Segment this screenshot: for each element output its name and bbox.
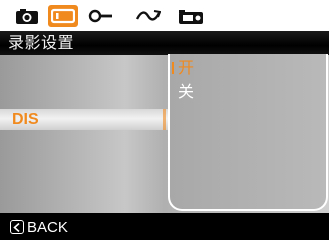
camera-menu-screen: 录影设置 DIS 开 关 BACK	[0, 0, 329, 240]
mode-tab-bar	[0, 0, 329, 31]
tab-connect[interactable]	[133, 5, 163, 27]
page-title: 录影设置	[8, 33, 75, 52]
camera-icon	[15, 7, 39, 25]
tab-playback[interactable]	[176, 5, 206, 27]
selection-marker	[163, 109, 166, 130]
submenu-panel: 开 关	[168, 54, 328, 211]
tab-setup[interactable]	[86, 5, 116, 27]
menu-item-dis[interactable]: DIS	[0, 109, 180, 130]
tab-camera[interactable]	[12, 5, 42, 27]
wrench-icon	[88, 8, 114, 24]
back-button[interactable]: BACK	[10, 218, 68, 236]
menu-item-label: DIS	[12, 111, 39, 128]
title-bar: 录影设置	[0, 31, 329, 55]
playback-icon	[178, 7, 204, 25]
tab-video[interactable]	[48, 5, 78, 27]
submenu-option-on[interactable]: 开	[171, 58, 194, 78]
menu-area: DIS 开 关	[0, 54, 329, 213]
video-record-icon	[51, 8, 75, 24]
back-label: BACK	[27, 218, 68, 236]
footer-bar: BACK	[0, 213, 329, 240]
connection-icon	[135, 8, 161, 24]
submenu-option-off[interactable]: 关	[178, 82, 194, 102]
chevron-left-icon	[10, 220, 24, 234]
